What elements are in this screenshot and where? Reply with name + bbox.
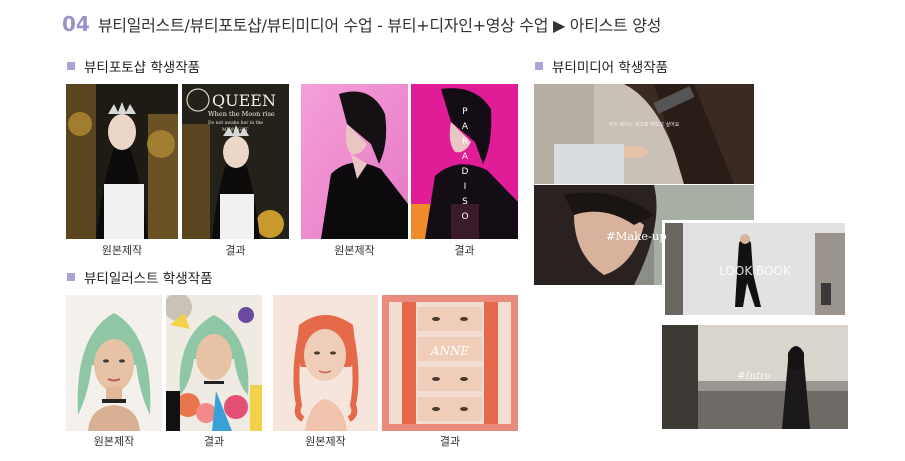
caption-original: 원본제작 xyxy=(305,435,346,448)
lookbook-title-text: LOOK BOOK xyxy=(719,264,792,278)
queen-title-text: QUEEN xyxy=(212,91,276,110)
hair-styling-video-frame: 저의 헤어는 최고로 해보고 싶어요 xyxy=(534,84,754,184)
svg-text:O: O xyxy=(461,212,468,222)
green-hair-original-illust xyxy=(66,295,162,431)
makeup-title-text: #Make-up xyxy=(606,229,667,243)
caption-result: 결과 xyxy=(454,244,475,257)
intro-video-frame: #Intro xyxy=(662,325,848,429)
anne-result-illust: ANNE xyxy=(382,295,518,431)
anne-original-illust xyxy=(273,295,378,431)
intro-title-text: #Intro xyxy=(737,371,771,382)
green-hair-result-illust xyxy=(166,295,262,431)
photoshop-section-title: 뷰티포토샵 학생작품 xyxy=(67,56,200,76)
svg-text:A: A xyxy=(462,122,469,132)
svg-text:MIDNIGHT: MIDNIGHT xyxy=(222,127,248,133)
caption-result: 결과 xyxy=(225,244,246,257)
lookbook-video-frame: LOOK BOOK xyxy=(662,220,848,318)
svg-text:R: R xyxy=(462,137,468,147)
svg-text:A: A xyxy=(462,152,469,162)
anne-title-text: ANNE xyxy=(430,344,470,358)
svg-text:D: D xyxy=(462,167,469,177)
section-number: 04 xyxy=(62,12,90,36)
page-header: 04 뷰티일러스트/뷰티포토샵/뷰티미디어 수업 - 뷰티+디자인+영상 수업 … xyxy=(62,12,661,40)
caption-original: 원본제작 xyxy=(101,244,143,257)
video-subtitle-text: 저의 헤어는 최고로 해보고 싶어요 xyxy=(609,121,680,128)
svg-text:Do not awake her in the: Do not awake her in the xyxy=(208,120,263,126)
page-title: 뷰티일러스트/뷰티포토샵/뷰티미디어 수업 - 뷰티+디자인+영상 수업 ▶ 아… xyxy=(97,16,662,35)
bullet-square-icon xyxy=(67,273,75,281)
caption-result: 결과 xyxy=(203,435,225,448)
illust-section-title: 뷰티일러스트 학생작품 xyxy=(67,267,213,287)
svg-text:I: I xyxy=(464,182,467,192)
svg-text:P: P xyxy=(462,107,468,117)
paradiso-result-photo: P A R A D I S O xyxy=(411,84,518,239)
caption-original: 원본제작 xyxy=(93,435,135,448)
bullet-square-icon xyxy=(535,62,543,70)
queen-result-photo: QUEEN When the Moon rise Do not awake he… xyxy=(182,84,289,239)
caption-result: 결과 xyxy=(439,435,461,448)
bullet-square-icon xyxy=(67,62,75,70)
media-section-title: 뷰티미디어 학생작품 xyxy=(535,56,668,76)
svg-text:S: S xyxy=(462,197,468,207)
svg-text:When the Moon rise: When the Moon rise xyxy=(208,110,275,118)
caption-original: 원본제작 xyxy=(334,244,375,257)
paradiso-original-photo xyxy=(301,84,408,239)
queen-original-photo xyxy=(66,84,178,239)
